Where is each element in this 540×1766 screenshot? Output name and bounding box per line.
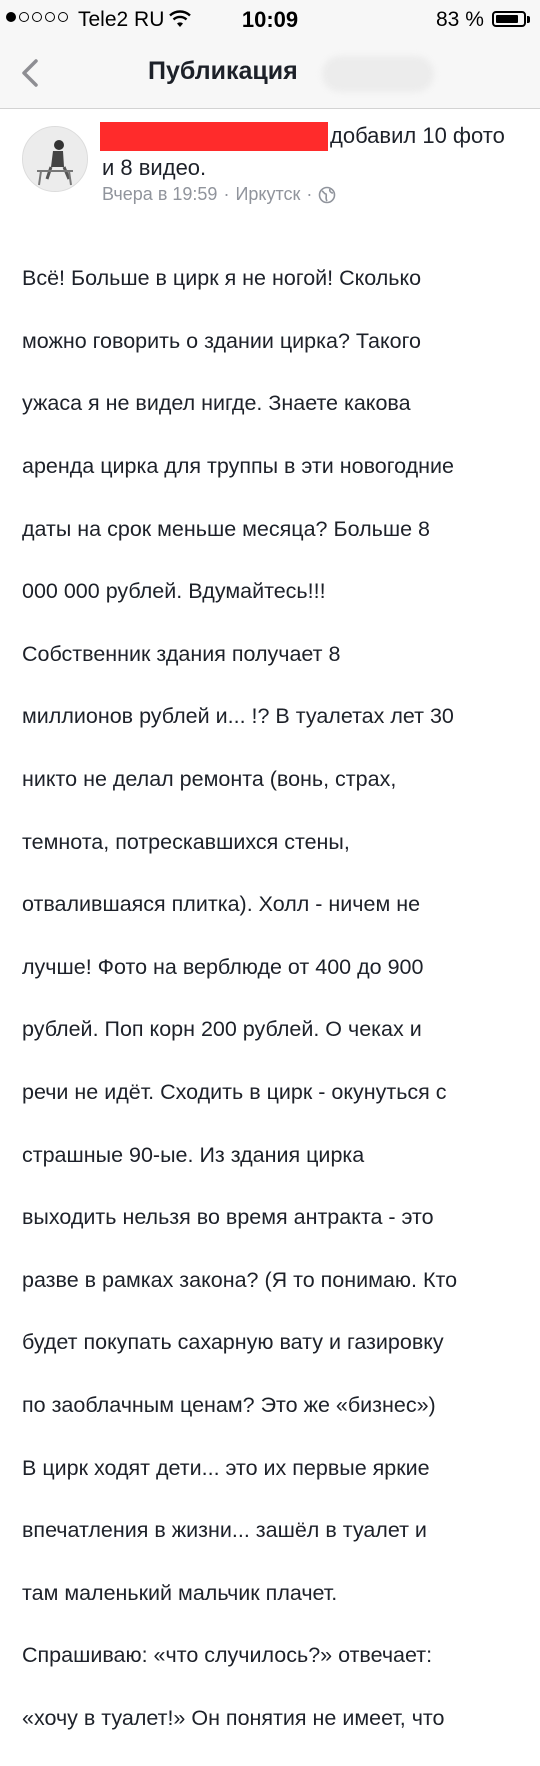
- meta-separator: ·: [223, 184, 230, 204]
- post-line: Собственник здания получает 8: [22, 641, 341, 666]
- post-line: темнота, потрескавшихся стены,: [22, 829, 350, 854]
- page-title: Публикация: [148, 57, 298, 85]
- post-line: там маленький мальчик плачет.: [22, 1580, 338, 1605]
- post-body: Всё! Больше в цирк я не ногой! Сколько м…: [22, 232, 522, 1766]
- post-meta: Вчера в 19:59 · Иркутск ·: [102, 184, 336, 205]
- chevron-left-icon[interactable]: [16, 56, 46, 90]
- post-line: можно говорить о здании цирка? Такого: [22, 328, 421, 353]
- post-line: даты на срок меньше месяца? Больше 8: [22, 516, 430, 541]
- post-timestamp[interactable]: Вчера в 19:59: [102, 184, 217, 205]
- post-line: по заоблачным ценам? Это же «бизнес»): [22, 1392, 436, 1417]
- avatar[interactable]: [22, 126, 88, 192]
- globe-icon: [319, 186, 336, 203]
- post-line: лучше! Фото на верблюде от 400 до 900: [22, 954, 424, 979]
- post-line: Спрашиваю: «что случилось?» отвечает:: [22, 1643, 433, 1668]
- post-line: выходить нельзя во время антракта - это: [22, 1205, 434, 1230]
- post-line: впечатления в жизни... зашёл в туалет и: [22, 1518, 427, 1543]
- post-line: аренда цирка для труппы в эти новогодние: [22, 454, 454, 479]
- post-line: «хочу в туалет!» Он понятия не имеет, чт…: [22, 1705, 445, 1730]
- navigation-bar: Публикация: [0, 40, 540, 109]
- battery-percentage: 83 %: [436, 8, 484, 31]
- battery-icon: [492, 11, 526, 27]
- post-line: 000 000 рублей. Вдумайтесь!!!: [22, 579, 326, 604]
- post-line: Всё! Больше в цирк я не ногой! Сколько: [22, 266, 422, 291]
- battery-level: [496, 15, 518, 23]
- post-line: отвалившаяся плитка). Холл - ничем не: [22, 892, 421, 917]
- post-line: ужаса я не видел нигде. Знаете какова: [22, 391, 411, 416]
- status-bar: Tele2 RU 10:09 83 %: [0, 0, 540, 40]
- post-line: страшные 90-ые. Из здания цирка: [22, 1142, 365, 1167]
- post-line: будет покупать сахарную вату и газировку: [22, 1330, 444, 1355]
- post-action: добавил 10 фото и 8 видео.: [102, 120, 522, 184]
- battery-cap: [527, 16, 530, 23]
- post-line: миллионов рублей и... !? В туалетах лет …: [22, 704, 454, 729]
- blurred-name: [322, 56, 434, 92]
- post-line: речи не идёт. Сходить в цирк - окунуться…: [22, 1080, 447, 1105]
- post-location[interactable]: Иркутск: [235, 184, 300, 205]
- post-line: рублей. Поп корн 200 рублей. О чеках и: [22, 1017, 422, 1042]
- post-line: В цирк ходят дети... это их первые яркие: [22, 1455, 430, 1480]
- meta-separator: ·: [306, 184, 313, 204]
- person-icon: [23, 127, 87, 191]
- post-line: разве в рамках закона? (Я то понимаю. Кт…: [22, 1267, 458, 1292]
- post-action-text: добавил 10 фото и 8 видео.: [102, 123, 505, 180]
- post-line: никто не делал ремонта (вонь, страх,: [22, 767, 397, 792]
